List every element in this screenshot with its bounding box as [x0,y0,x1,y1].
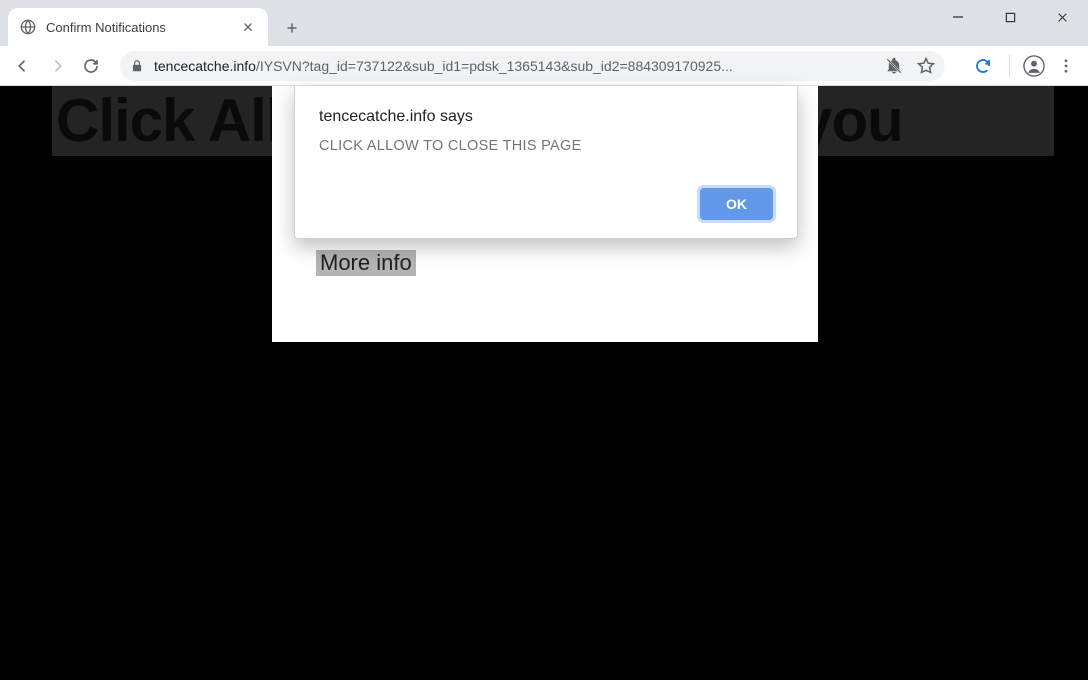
minimize-icon[interactable] [932,0,984,34]
window-controls [932,0,1088,34]
reload-button[interactable] [76,51,106,81]
tab-title: Confirm Notifications [46,20,240,35]
extensions-area [955,56,999,76]
close-tab-icon[interactable] [240,19,256,35]
more-info-link[interactable]: More info [316,250,416,276]
maximize-icon[interactable] [984,0,1036,34]
dialog-ok-button[interactable]: OK [700,188,773,220]
profile-avatar-icon[interactable] [1020,52,1048,80]
dialog-header: tencecatche.info says [319,108,773,126]
close-window-icon[interactable] [1036,0,1088,34]
browser-toolbar: tencecatche.info /IYSVN?tag_id=737122&su… [0,46,1088,86]
address-bar[interactable]: tencecatche.info /IYSVN?tag_id=737122&su… [120,51,945,81]
url-domain: tencecatche.info [154,58,256,74]
back-button[interactable] [8,51,38,81]
page-viewport: Click Allow to confirm that you More inf… [0,86,1088,680]
toolbar-divider [1009,55,1010,77]
new-tab-button[interactable] [278,14,306,42]
notifications-muted-icon[interactable] [885,57,903,75]
javascript-alert-dialog: tencecatche.info says CLICK ALLOW TO CLO… [294,86,798,239]
bookmark-star-icon[interactable] [917,57,935,75]
forward-button [42,51,72,81]
url-path: /IYSVN?tag_id=737122&sub_id1=pdsk_136514… [256,58,877,74]
lock-icon [130,59,144,73]
globe-icon [20,19,36,35]
dialog-message: CLICK ALLOW TO CLOSE THIS PAGE [319,138,773,154]
extension-refresh-icon[interactable] [973,56,993,76]
browser-tab[interactable]: Confirm Notifications [8,8,268,46]
window-titlebar: Confirm Notifications [0,0,1088,46]
browser-menu-icon[interactable] [1052,52,1080,80]
